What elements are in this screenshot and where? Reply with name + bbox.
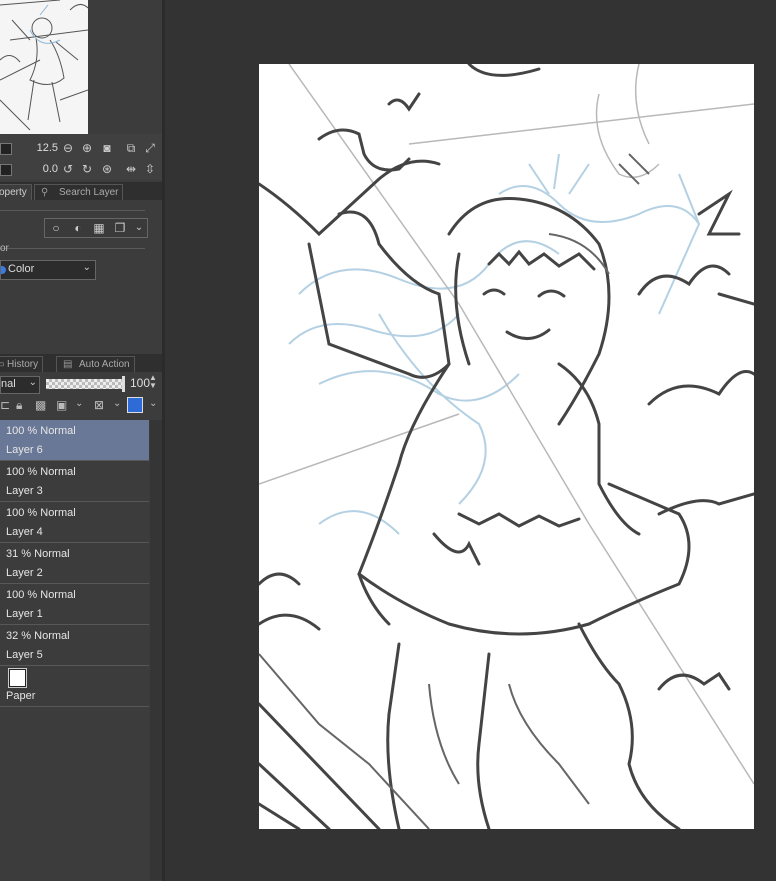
color-indicator-icon — [1, 266, 6, 274]
search-layer-icon: ⚲ — [41, 187, 49, 198]
tab-history[interactable]: ▭ History — [0, 356, 44, 373]
layer-toolbar: nal ⌄ 100 ▲ ▼ ⊏ 🔒︎ ▩ ▣ ⌄ ⊠ ⌄ ⌄ — [0, 372, 162, 420]
opacity-slider-handle[interactable] — [122, 376, 125, 392]
layer-row[interactable]: 100 % Normal Layer 6 — [0, 420, 149, 461]
blend-mode-select[interactable]: nal ⌄ — [0, 376, 40, 394]
layer-row[interactable]: 100 % Normal Layer 4 — [0, 502, 149, 543]
reference-layer-icon[interactable]: ▣ — [56, 398, 67, 412]
layer-blend-info: 32 % Normal — [6, 630, 70, 642]
zoom-value: 12.5 — [36, 142, 58, 154]
navigator-preview[interactable] — [0, 0, 88, 134]
layer-row[interactable]: 32 % Normal Layer 5 — [0, 625, 149, 666]
layer-color-icon[interactable]: ❐ — [112, 220, 128, 236]
rotate-left-icon[interactable]: ↺ — [61, 162, 75, 176]
chevron-down-icon[interactable]: ⌄ — [149, 398, 157, 409]
layer-name: Layer 3 — [6, 485, 43, 497]
lock-layer-icon[interactable]: 🔒︎ — [16, 398, 22, 413]
layer-blend-info: 100 % Normal — [6, 589, 76, 601]
layer-property-panel: ○ ◐ ▦ ❐ ⌄ or Color ⌄ — [0, 200, 162, 350]
divider — [0, 248, 145, 249]
sketch-artwork — [259, 64, 754, 829]
clip-to-layer-below-icon[interactable]: ⊏ — [0, 398, 10, 412]
effect-buttons: ○ ◐ ▦ ❐ ⌄ — [44, 218, 148, 238]
reset-rotation-icon[interactable]: ⊛ — [100, 162, 114, 176]
drawing-canvas[interactable] — [259, 64, 754, 829]
layer-row[interactable]: 100 % Normal Layer 3 — [0, 461, 149, 502]
actual-size-icon[interactable]: ◙ — [100, 141, 114, 155]
flip-vertical-icon[interactable]: ⇳ — [143, 162, 157, 176]
navigator-thumbnail-sketch — [0, 0, 88, 131]
blend-mode-value: nal — [1, 378, 16, 390]
history-icon: ▭ — [0, 357, 4, 373]
chevron-down-icon[interactable]: ⌄ — [113, 398, 121, 409]
layer-blend-info: 100 % Normal — [6, 425, 76, 437]
flip-horizontal-icon[interactable]: ⇹ — [124, 162, 138, 176]
chevron-down-icon: ⌄ — [82, 262, 91, 273]
zoom-in-icon[interactable]: ⊕ — [80, 141, 94, 155]
navigator-controls: 12.5 ⊖ ⊕ ◙ ⧉ ⤢ 0.0 ↺ ↻ ⊛ ⇹ ⇳ — [0, 134, 162, 180]
layer-name: Layer 4 — [6, 526, 43, 538]
tab-property[interactable]: operty — [0, 184, 32, 201]
layer-color-swatch[interactable] — [127, 397, 143, 413]
rotation-slider-handle[interactable] — [0, 164, 12, 176]
expression-color-select[interactable]: Color ⌄ — [0, 260, 96, 280]
rotate-right-icon[interactable]: ↻ — [80, 162, 94, 176]
divider — [0, 210, 145, 211]
layer-name: Layer 1 — [6, 608, 43, 620]
layer-row[interactable]: 31 % Normal Layer 2 — [0, 543, 149, 584]
opacity-value: 100 — [130, 376, 151, 390]
zoom-slider-handle[interactable] — [0, 143, 12, 155]
chevron-down-icon[interactable]: ⌄ — [75, 398, 83, 409]
opacity-slider[interactable] — [46, 379, 122, 389]
property-tab-bar: operty ⚲ Search Layer — [0, 182, 162, 201]
auto-action-icon: ▤ — [63, 359, 73, 370]
layer-lock-tools: ⊏ 🔒︎ ▩ ▣ ⌄ ⊠ ⌄ ⌄ — [0, 396, 162, 416]
zoom-row: 12.5 ⊖ ⊕ ◙ ⧉ ⤢ — [0, 137, 162, 159]
chevron-down-icon: ⌄ — [28, 377, 37, 388]
paper-icon — [9, 669, 26, 687]
fit-to-window-icon[interactable]: ⧉ — [124, 141, 138, 155]
layer-tab-bar: ▭ History ▤ Auto Action — [0, 354, 162, 373]
tone-effect-icon[interactable]: ◐ — [70, 220, 86, 236]
tab-history-label: History — [7, 359, 39, 370]
layer-blend-info: 100 % Normal — [6, 507, 76, 519]
halftone-effect-icon[interactable]: ▦ — [91, 220, 107, 236]
set-as-draft-icon[interactable]: ⊠ — [94, 398, 104, 412]
layer-name: Layer 2 — [6, 567, 43, 579]
layer-name: Layer 5 — [6, 649, 43, 661]
layer-row[interactable]: 100 % Normal Layer 1 — [0, 584, 149, 625]
expression-color-value: Color — [8, 263, 35, 275]
layer-name: Paper — [6, 690, 36, 702]
tab-auto-action-label: Auto Action — [79, 359, 130, 370]
tab-search-layer-label: Search Layer — [59, 187, 119, 198]
lock-transparent-pixels-icon[interactable]: ▩ — [35, 398, 46, 412]
layer-list-scrollbar[interactable] — [150, 420, 162, 880]
rotation-row: 0.0 ↺ ↻ ⊛ ⇹ ⇳ — [0, 158, 162, 180]
expression-color-label: or — [0, 243, 9, 254]
layer-blend-info: 31 % Normal — [6, 548, 70, 560]
tab-search-layer[interactable]: ⚲ Search Layer — [34, 184, 124, 201]
rotation-value: 0.0 — [42, 163, 58, 175]
panel-divider[interactable] — [162, 0, 165, 881]
tab-auto-action[interactable]: ▤ Auto Action — [56, 356, 135, 373]
layer-blend-info: 100 % Normal — [6, 466, 76, 478]
fit-to-canvas-icon[interactable]: ⤢ — [143, 141, 157, 155]
opacity-stepper-icon[interactable]: ▲ ▼ — [149, 374, 157, 390]
layer-name: Layer 6 — [6, 444, 43, 456]
chevron-down-icon[interactable]: ⌄ — [131, 220, 147, 236]
paper-layer-row[interactable]: Paper — [0, 666, 149, 707]
left-panel: 12.5 ⊖ ⊕ ◙ ⧉ ⤢ 0.0 ↺ ↻ ⊛ ⇹ ⇳ operty ⚲ Se… — [0, 0, 162, 881]
border-effect-icon[interactable]: ○ — [48, 220, 64, 236]
zoom-out-icon[interactable]: ⊖ — [61, 141, 75, 155]
